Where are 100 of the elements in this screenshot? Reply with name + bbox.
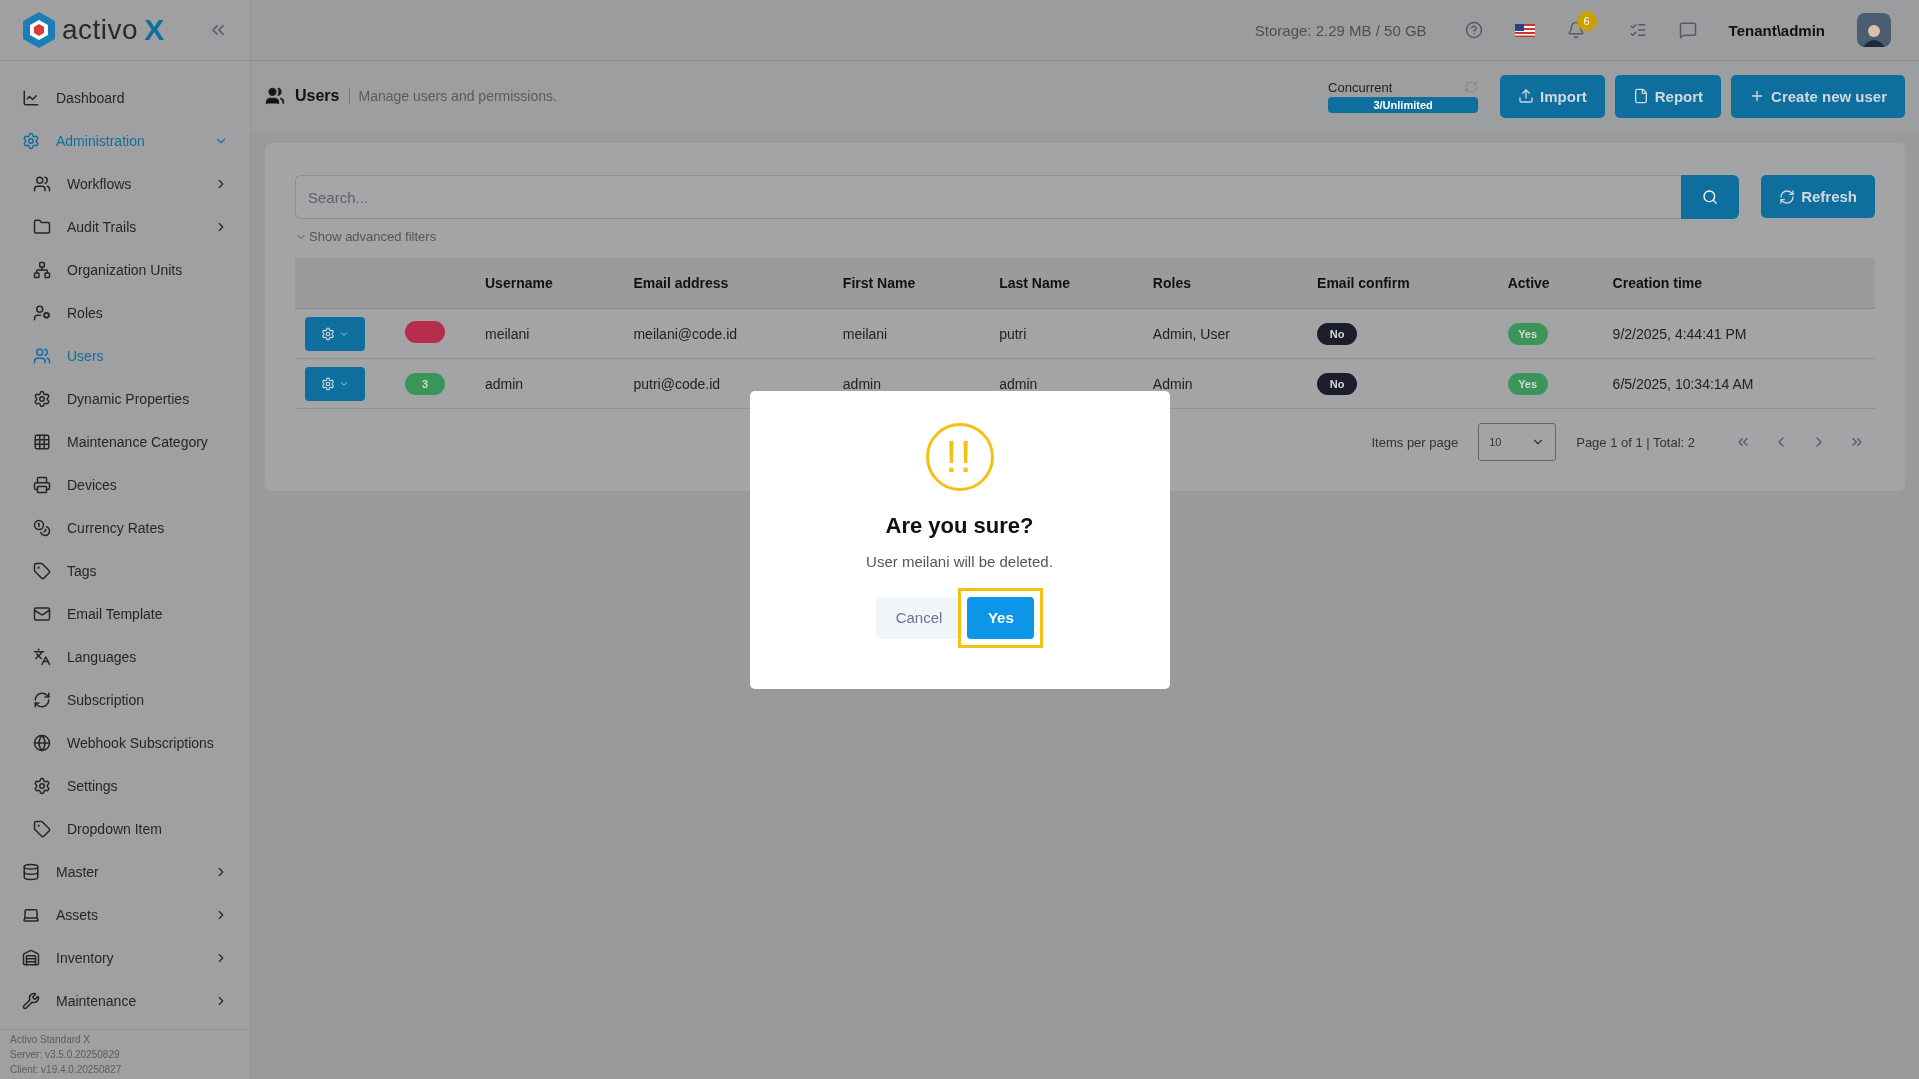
table-cell: meilani@code.id [633, 325, 738, 342]
refresh-button[interactable]: Refresh [1761, 175, 1875, 218]
status-badge: 3 [405, 372, 445, 395]
sidebar-item[interactable]: Tags [0, 549, 250, 592]
brand-name: activo [62, 14, 139, 46]
sidebar-item[interactable]: Languages [0, 635, 250, 678]
menu-item-icon [33, 733, 51, 752]
sidebar-item[interactable]: Currency Rates [0, 506, 250, 549]
column-header: Last Name [989, 258, 1143, 309]
menu-item-icon [33, 346, 51, 365]
sidebar-item[interactable]: Maintenance Category [0, 420, 250, 463]
menu-item-icon [33, 647, 51, 666]
status-badge: Yes [1507, 372, 1548, 395]
refresh-icon [1779, 188, 1796, 205]
dialog-message: User meilani will be deleted. [866, 552, 1053, 570]
table-cell: Admin, User [1152, 325, 1230, 342]
table-cell: meilani [842, 325, 888, 342]
items-per-page-label: Items per page [1371, 434, 1459, 450]
version-text: Server: v3.5.0.20250829 [10, 1049, 121, 1060]
toolbar-button[interactable]: Create new user [1731, 74, 1905, 118]
cancel-button[interactable]: Cancel [875, 596, 963, 639]
table-cell: 6/5/2025, 10:34:14 AM [1612, 375, 1754, 392]
file-icon [1632, 88, 1649, 104]
sidebar-item[interactable]: Master [0, 850, 250, 893]
menu-item-icon [33, 389, 51, 408]
menu-item-icon [33, 174, 51, 193]
sidebar-item[interactable]: Maintenance [0, 979, 250, 1022]
menu-item-icon [33, 260, 51, 279]
sidebar-item[interactable]: Dashboard [0, 76, 250, 119]
search-field[interactable]: Search... [295, 175, 1682, 219]
sidebar-item[interactable]: Subscription [0, 678, 250, 721]
search-button[interactable] [1681, 175, 1740, 219]
dialog-title: Are you sure? [885, 512, 1034, 539]
toolbar-button[interactable]: Report [1614, 74, 1722, 118]
menu-item-icon [33, 776, 51, 795]
table-cell: meilani [485, 325, 530, 342]
status-badge: Yes [1507, 322, 1548, 345]
chat-icon[interactable] [1678, 21, 1697, 39]
sidebar-item[interactable]: Assets [0, 893, 250, 936]
version-text: Client: v19.4.0.20250827 [10, 1064, 123, 1075]
menu-item-icon [22, 862, 40, 881]
menu-item-icon [33, 475, 51, 494]
page-subtitle: Manage users and permissions. [349, 88, 557, 104]
menu-item-icon [33, 604, 51, 623]
gear-icon [321, 376, 335, 391]
column-header: Email confirm [1307, 258, 1498, 309]
table-cell: admin [485, 375, 524, 392]
menu-item-icon [22, 948, 40, 967]
sidebar-item[interactable]: Audit Trails [0, 205, 250, 248]
column-header: Roles [1142, 258, 1308, 309]
sidebar-item[interactable]: Devices [0, 463, 250, 506]
column-header: Creation time [1602, 258, 1875, 309]
page-size-select[interactable]: 10 [1478, 423, 1557, 461]
help-icon[interactable] [1464, 21, 1483, 39]
advanced-filters-link[interactable]: Show advanced filters [295, 229, 437, 244]
sidebar-item[interactable]: Organization Units [0, 248, 250, 291]
concurrent-badge: 3/Unlimited [1328, 96, 1479, 113]
sidebar-item[interactable]: Dropdown Item [0, 807, 250, 850]
actions-button[interactable] [305, 366, 365, 401]
sidebar-item[interactable]: Workflows [0, 162, 250, 205]
menu-item-icon [33, 303, 51, 322]
gear-icon [321, 326, 335, 341]
page-title: Users [295, 87, 340, 105]
sidebar-item[interactable]: Dynamic Properties [0, 377, 250, 420]
user-name[interactable]: Tenant\admin [1728, 21, 1825, 39]
table-cell: Admin [1152, 375, 1193, 392]
sidebar-item[interactable]: Email Template [0, 592, 250, 635]
table-cell: 9/2/2025, 4:44:41 PM [1612, 325, 1747, 342]
menu-item-icon [22, 131, 40, 150]
menu-item-icon [33, 819, 51, 838]
warning-icon: !! [925, 422, 994, 491]
actions-button[interactable] [305, 316, 365, 351]
menu-item-icon [33, 690, 51, 709]
bell-icon [1566, 21, 1585, 39]
table-cell: admin [999, 375, 1038, 392]
logo-icon [22, 11, 56, 49]
sidebar-item[interactable]: Inventory [0, 936, 250, 979]
page-summary: Page 1 of 1 | Total: 2 [1576, 434, 1695, 450]
flag-icon[interactable] [1514, 23, 1535, 37]
sidebar-item[interactable]: Webhook Subscriptions [0, 721, 250, 764]
menu-item-icon [22, 991, 40, 1010]
column-header: Username [475, 258, 624, 309]
menu-item-icon [33, 217, 51, 236]
notification-count: 6 [1576, 11, 1597, 31]
checklist-icon[interactable] [1628, 21, 1647, 39]
sidebar-item[interactable]: Roles [0, 291, 250, 334]
concurrent-label: Concurrent [1328, 79, 1393, 95]
storage-text: Storage: 2.29 MB / 50 GB [1254, 21, 1427, 39]
upload-icon [1518, 88, 1535, 104]
avatar[interactable] [1857, 13, 1891, 47]
version-text: Activo Standard X [10, 1034, 92, 1045]
table-cell: putri [999, 325, 1027, 342]
table-cell: putri@code.id [633, 375, 721, 392]
column-header: Email address [623, 258, 833, 309]
users-icon [265, 86, 285, 106]
status-badge: No [1317, 322, 1358, 345]
table-cell: admin [842, 375, 881, 392]
toolbar-button[interactable]: Import [1500, 74, 1605, 118]
yes-button[interactable]: Yes [967, 596, 1035, 639]
sidebar-item[interactable]: Settings [0, 764, 250, 807]
